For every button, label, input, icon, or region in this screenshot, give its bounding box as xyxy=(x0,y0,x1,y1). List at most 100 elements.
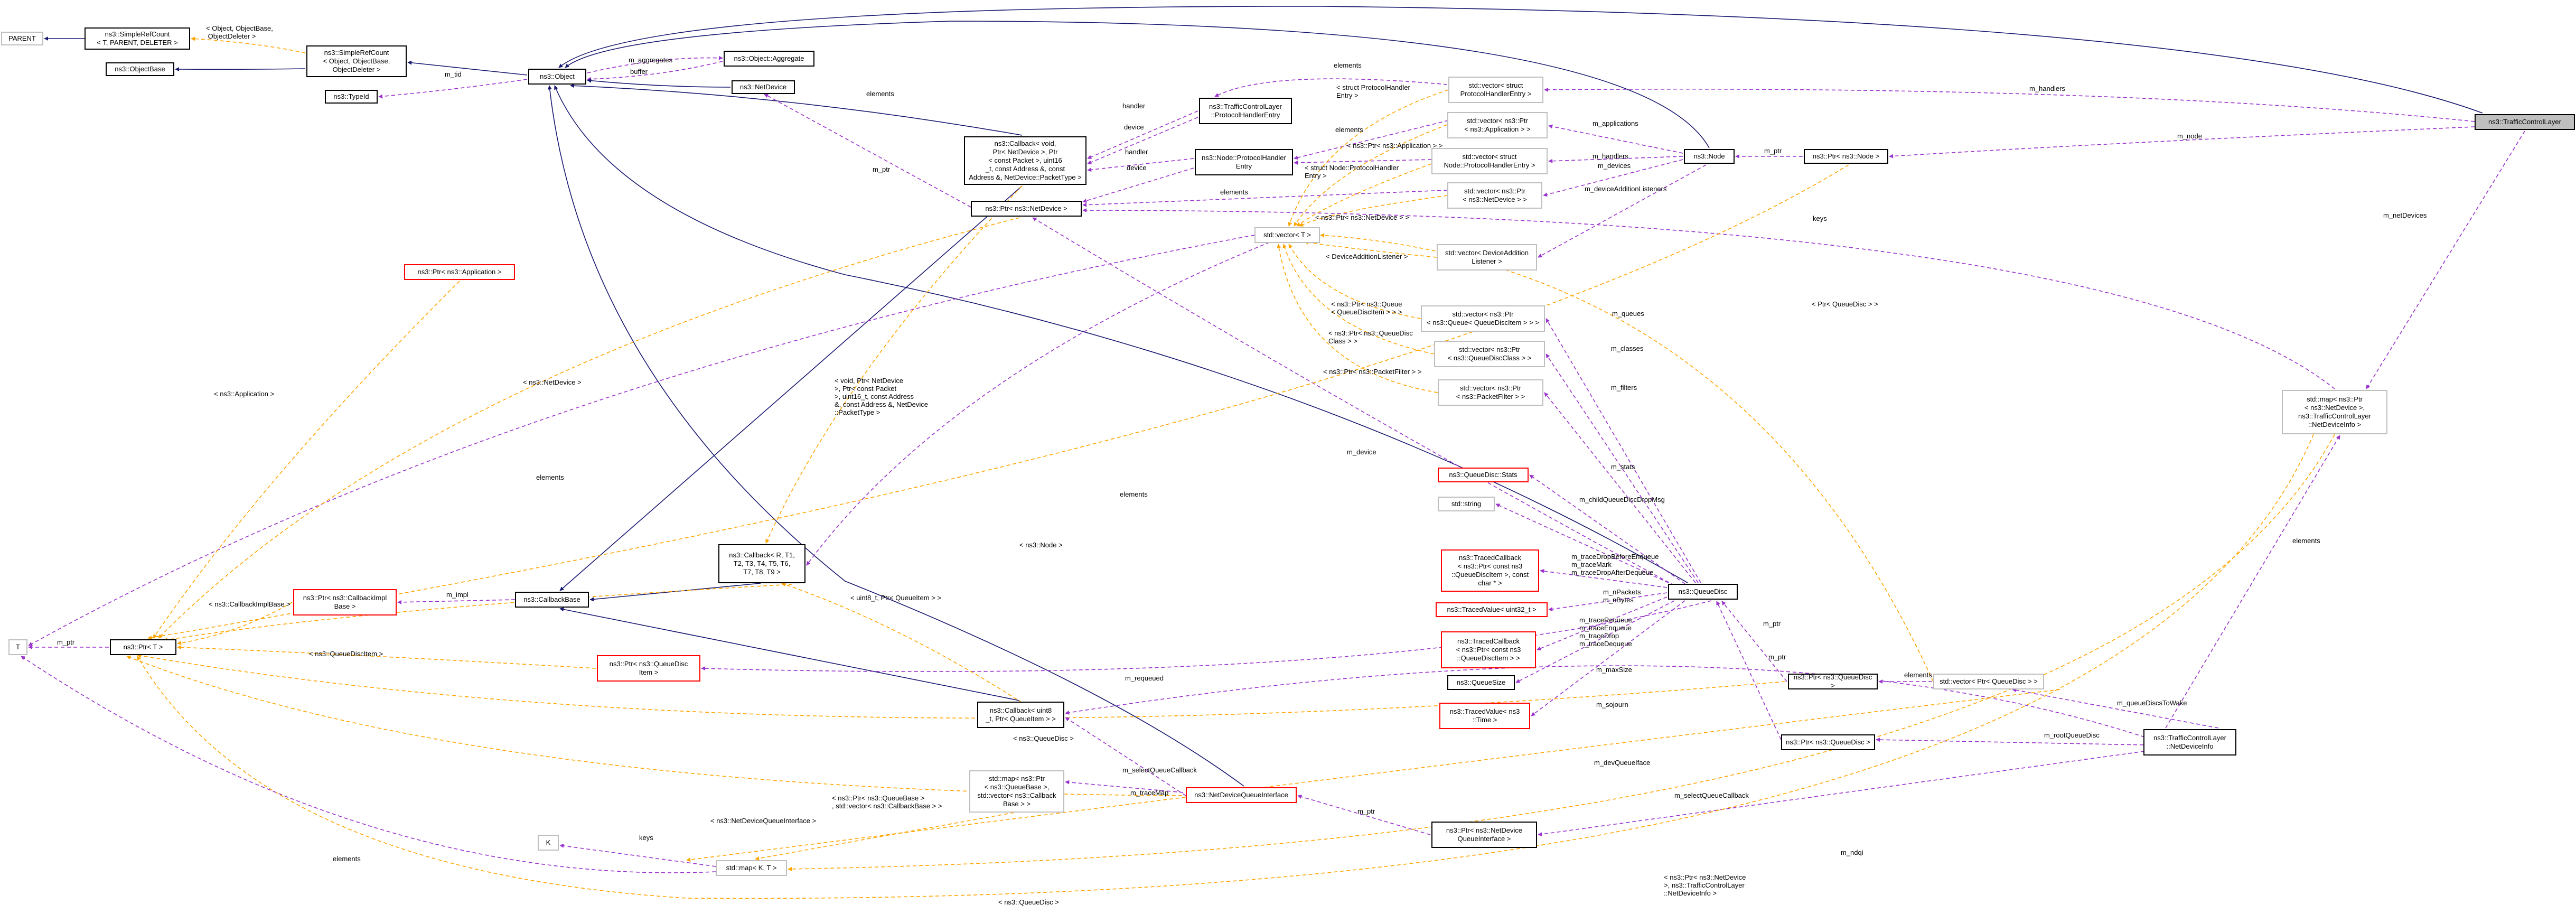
edge-arrow xyxy=(1065,780,1184,793)
node-traced-value-uint32: ns3::TracedValue< uint32_t > xyxy=(1436,602,1548,617)
edge-arrow xyxy=(158,217,1020,639)
diagram-edges xyxy=(21,6,2525,899)
edge-arrow xyxy=(1548,124,1683,154)
edge-arrow xyxy=(1548,592,1668,611)
node-object-base: ns3::ObjectBase xyxy=(106,62,174,76)
node-object: ns3::Object xyxy=(528,69,586,85)
node-callback-r-t: ns3::Callback< R, T1, T2, T3, T4, T5, T6… xyxy=(718,544,805,583)
edge-arrow xyxy=(1540,568,1668,588)
edge-arrow xyxy=(1065,717,1186,796)
edge-arrow xyxy=(177,645,596,669)
edge-arrow xyxy=(1296,163,1432,227)
edge-arrow xyxy=(781,582,1023,703)
node-ptr-callback-impl-base: ns3::Ptr< ns3::CallbackImpl Base > xyxy=(293,589,397,615)
edge-arrow xyxy=(587,61,723,81)
node-vec-ptr-net-device: std::vector< ns3::Ptr < ns3::NetDevice >… xyxy=(1447,182,1542,209)
node-aggregate: ns3::Object::Aggregate xyxy=(724,51,814,67)
node-node: ns3::Node xyxy=(1684,149,1735,164)
node-ptr-queue-disc-2: ns3::Ptr< ns3::QueueDisc > xyxy=(1781,734,1875,750)
node-net-device: ns3::NetDevice xyxy=(732,80,795,94)
node-std-vector-t: std::vector< T > xyxy=(1254,227,1320,243)
node-ptr-application: ns3::Ptr< ns3::Application > xyxy=(404,264,515,280)
node-vec-ptr-application: std::vector< ns3::Ptr < ns3::Application… xyxy=(1447,112,1548,138)
edge-arrow xyxy=(1545,353,1699,583)
edge-arrow xyxy=(163,584,793,642)
edge-arrow xyxy=(1304,240,1437,258)
edge-arrow xyxy=(1537,596,1668,650)
node-vec-ptr-queue-disc-class: std::vector< ns3::Ptr < ns3::QueueDiscCl… xyxy=(1434,341,1545,367)
edge-arrow xyxy=(1082,190,1448,207)
node-vec-ptr-packet-filter: std::vector< ns3::Ptr < ns3::PacketFilte… xyxy=(1438,379,1543,406)
edge-arrow xyxy=(1294,124,1448,227)
node-type-id: ns3::TypeId xyxy=(325,90,378,104)
edge-arrow xyxy=(1288,89,1449,227)
edge-arrow xyxy=(1297,795,1431,835)
edge-arrow xyxy=(1543,159,1683,197)
node-ptr-node: ns3::Ptr< ns3::Node > xyxy=(1804,149,1888,164)
edge-arrow xyxy=(1294,120,1449,160)
edge-arrow xyxy=(1544,392,1696,583)
node-std-map-ptr-ndi: std::map< ns3::Ptr < ns3::NetDevice >, n… xyxy=(2282,390,2387,434)
edge-arrow xyxy=(1548,156,1683,163)
node-queue-disc: ns3::QueueDisc xyxy=(1668,584,1738,600)
edge-arrow xyxy=(1288,244,1421,319)
edge-arrow xyxy=(1716,601,1782,740)
node-std-string: std::string xyxy=(1438,497,1495,511)
edge-arrow xyxy=(147,164,1849,640)
edge-arrow xyxy=(1282,244,1435,355)
node-k: K xyxy=(538,835,559,851)
node-simple-ref-count-t: ns3::SimpleRefCount < T, PARENT, DELETER… xyxy=(85,27,190,50)
edge-arrow xyxy=(1721,601,1787,682)
edge-arrow xyxy=(1294,159,1432,165)
node-tcl-protocol-handler-entry: ns3::TrafficControlLayer ::ProtocolHandl… xyxy=(1199,98,1292,124)
edge-arrow xyxy=(407,60,528,76)
edge-arrow xyxy=(2366,130,2525,389)
node-ptr-net-device: ns3::Ptr< ns3::NetDevice > xyxy=(971,201,1082,217)
node-std-map-k-t: std::map< K, T > xyxy=(716,860,787,876)
node-simple-ref-count-object: ns3::SimpleRefCount < Object, ObjectBase… xyxy=(306,45,407,77)
edge-arrow xyxy=(1277,244,1438,393)
edge-arrow xyxy=(587,55,723,73)
edge-arrow xyxy=(1214,78,1448,97)
edge-arrow xyxy=(765,185,1023,544)
node-traffic-control-layer: ns3::TrafficControlLayer xyxy=(2475,114,2575,130)
node-callback-base: ns3::CallbackBase xyxy=(515,592,589,608)
node-net-device-queue-interface: ns3::NetDeviceQueueInterface xyxy=(1186,787,1297,803)
node-traced-callback-const: ns3::TracedCallback < ns3::Ptr< const ns… xyxy=(1441,631,1536,668)
edge-arrow xyxy=(587,78,731,88)
edge-arrow xyxy=(378,79,528,99)
edge-arrow xyxy=(1087,158,1194,172)
edge-arrow xyxy=(137,434,2314,899)
edge-arrow xyxy=(570,83,1023,136)
node-traced-value-time: ns3::TracedValue< ns3 ::Time > xyxy=(1439,703,1530,729)
node-callback-uint8: ns3::Callback< uint8 _t, Ptr< QueueItem … xyxy=(977,702,1064,728)
edge-arrow xyxy=(28,235,1255,646)
edge-arrow xyxy=(177,602,293,645)
edge-arrow xyxy=(1529,474,1685,584)
edge-arrow xyxy=(559,844,716,867)
edge-arrow xyxy=(2165,435,2340,729)
edge-arrow xyxy=(191,36,306,53)
node-callback-void: ns3::Callback< void, Ptr< NetDevice >, P… xyxy=(964,136,1086,185)
edge-arrow xyxy=(1087,117,1198,164)
node-traced-callback-item: ns3::TracedCallback < ns3::Ptr< const ns… xyxy=(1441,549,1539,592)
node-vec-struct-node-phe: std::vector< struct Node::ProtocolHandle… xyxy=(1431,148,1548,174)
edge-arrow xyxy=(1889,126,2475,158)
node-ptr-t: ns3::Ptr< T > xyxy=(110,639,176,655)
edge-arrow xyxy=(1538,751,2145,836)
edge-arrow xyxy=(1545,318,1701,583)
edge-arrow xyxy=(397,599,516,604)
node-queue-disc-stats: ns3::QueueDisc::Stats xyxy=(1438,468,1529,482)
edge-arrow xyxy=(153,281,460,639)
collaboration-diagram: PARENT ns3::SimpleRefCount < T, PARENT, … xyxy=(0,0,2576,914)
edge-arrow xyxy=(1087,110,1198,159)
edge-arrow xyxy=(1082,167,1194,203)
edge-arrow xyxy=(755,812,1015,861)
node-vec-protocol-handler-entry: std::vector< struct ProtocolHandlerEntry… xyxy=(1448,77,1543,103)
edge-arrow xyxy=(1544,87,2475,122)
node-queue-size: ns3::QueueSize xyxy=(1447,675,1515,690)
edge-arrow xyxy=(806,235,1288,566)
node-ptr-queue-disc: ns3::Ptr< ns3::QueueDisc > xyxy=(1788,673,1878,689)
edge-arrow xyxy=(559,185,1023,591)
node-parent: PARENT xyxy=(1,32,43,45)
